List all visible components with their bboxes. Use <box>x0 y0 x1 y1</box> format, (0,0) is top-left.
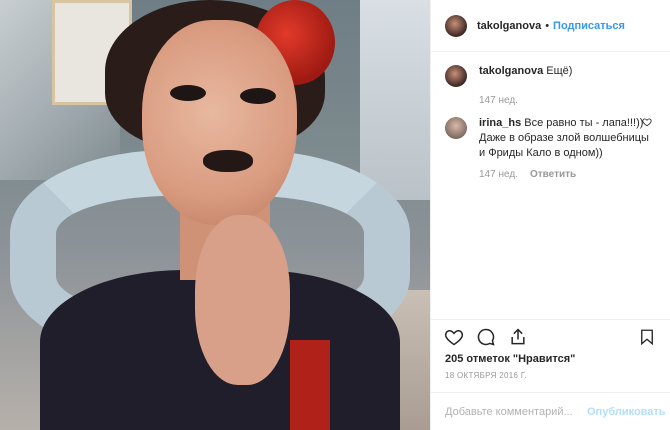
share-icon[interactable] <box>507 326 529 348</box>
photo-hand <box>195 215 290 385</box>
bookmark-icon[interactable] <box>636 326 658 348</box>
author-avatar[interactable] <box>445 14 467 37</box>
comment-time[interactable]: 147 нед. <box>479 169 518 180</box>
comment-meta: 147 нед. Ответить <box>479 169 656 180</box>
photo-left-eye <box>170 85 206 101</box>
comment-row: irina_hs Все равно ты - лапа!!!)) Даже в… <box>445 116 656 161</box>
instagram-post: takolganova • Подписаться takolganova Ещ… <box>0 0 670 430</box>
caption-time[interactable]: 147 нед. <box>479 95 518 106</box>
comment-text-block: irina_hs Все равно ты - лапа!!!)) Даже в… <box>479 116 649 161</box>
add-comment-bar: Опубликовать <box>431 392 670 430</box>
author-username[interactable]: takolganova <box>477 20 541 32</box>
comment-like-heart-icon[interactable] <box>642 117 652 127</box>
caption-username[interactable]: takolganova <box>479 65 543 77</box>
caption-row: takolganova Ещё) <box>445 64 656 87</box>
photo-red-cloth <box>290 340 330 430</box>
comment-icon[interactable] <box>475 326 497 348</box>
action-bar <box>431 319 670 353</box>
likes-count[interactable]: 205 отметок "Нравится" <box>431 353 670 365</box>
photo-right-eye <box>240 88 276 104</box>
commenter-avatar[interactable] <box>445 117 467 139</box>
post-header: takolganova • Подписаться <box>431 0 670 52</box>
header-separator: • <box>545 19 550 32</box>
commenter-username[interactable]: irina_hs <box>479 117 521 129</box>
photo-lips <box>203 150 253 172</box>
caption-text-block: takolganova Ещё) <box>479 64 649 79</box>
caption-avatar[interactable] <box>445 65 467 87</box>
heart-icon[interactable] <box>443 326 465 348</box>
post-photo[interactable] <box>0 0 430 430</box>
caption-meta: 147 нед. <box>479 95 656 106</box>
post-date[interactable]: 18 ОКТЯБРЯ 2016 Г. <box>431 365 670 380</box>
post-sidebar: takolganova • Подписаться takolganova Ещ… <box>430 0 670 430</box>
comments-list[interactable]: takolganova Ещё) 147 нед. irina_hs Все р… <box>431 52 670 319</box>
caption-text: Ещё) <box>546 65 573 77</box>
comment-input[interactable] <box>445 405 587 418</box>
photo-closet <box>360 0 430 200</box>
publish-button[interactable]: Опубликовать <box>587 406 666 418</box>
follow-button[interactable]: Подписаться <box>553 20 625 32</box>
reply-button[interactable]: Ответить <box>530 169 576 180</box>
photo-face <box>142 20 297 225</box>
